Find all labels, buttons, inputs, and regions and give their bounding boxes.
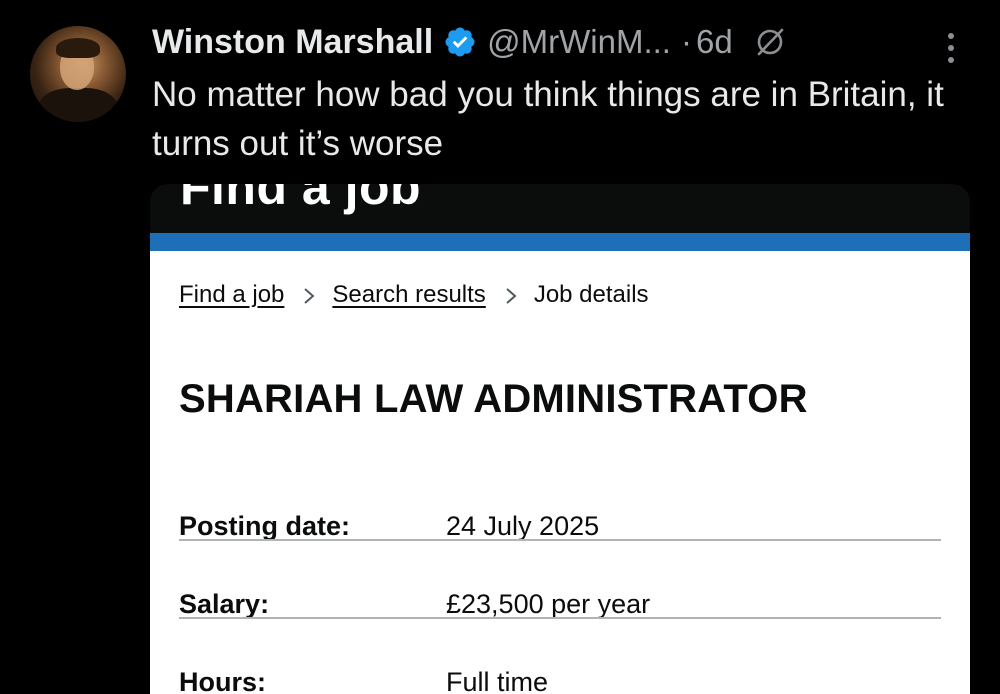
breadcrumb-search-results[interactable]: Search results <box>332 281 485 309</box>
display-name[interactable]: Winston Marshall <box>152 23 433 62</box>
detail-value: £23,500 per year <box>446 589 651 619</box>
detail-row-hours: Hours: Full time <box>179 645 941 694</box>
breadcrumb-current: Job details <box>533 281 649 308</box>
detail-value: 24 July 2025 <box>446 511 600 541</box>
breadcrumb-find-a-job[interactable]: Find a job <box>179 281 284 309</box>
breadcrumb: Find a job Search results Job details <box>179 281 649 309</box>
user-handle[interactable]: @MrWinM... <box>487 23 671 61</box>
chevron-right-icon <box>504 285 518 305</box>
verified-badge-icon[interactable] <box>443 25 477 59</box>
separator-dot: · <box>680 23 692 60</box>
site-title: Find a job <box>180 184 422 215</box>
chevron-right-icon <box>302 285 316 305</box>
tweet-text: No matter how bad you think things are i… <box>152 75 944 163</box>
detail-key: Posting date: <box>179 511 351 541</box>
more-vertical-icon[interactable] <box>941 30 961 66</box>
avatar[interactable] <box>30 26 126 122</box>
row-divider <box>179 539 941 541</box>
header-accent-bar <box>150 233 970 251</box>
detail-row-posting-date: Posting date: 24 July 2025 <box>179 489 941 567</box>
job-title: SHARIAH LAW ADMINISTRATOR <box>179 377 808 421</box>
site-header: Find a job <box>150 184 970 233</box>
detail-value: Full time <box>446 667 549 694</box>
detail-key: Hours: <box>179 667 266 694</box>
detail-row-salary: Salary: £23,500 per year <box>179 567 941 645</box>
timestamp[interactable]: 6d <box>696 23 733 61</box>
grok-icon[interactable] <box>755 27 785 57</box>
row-divider <box>179 617 941 619</box>
detail-key: Salary: <box>179 589 270 619</box>
tweet-header: Winston Marshall @MrWinM... · 6d <box>152 20 785 64</box>
job-details-page: Find a job Search results Job details SH… <box>150 251 970 694</box>
